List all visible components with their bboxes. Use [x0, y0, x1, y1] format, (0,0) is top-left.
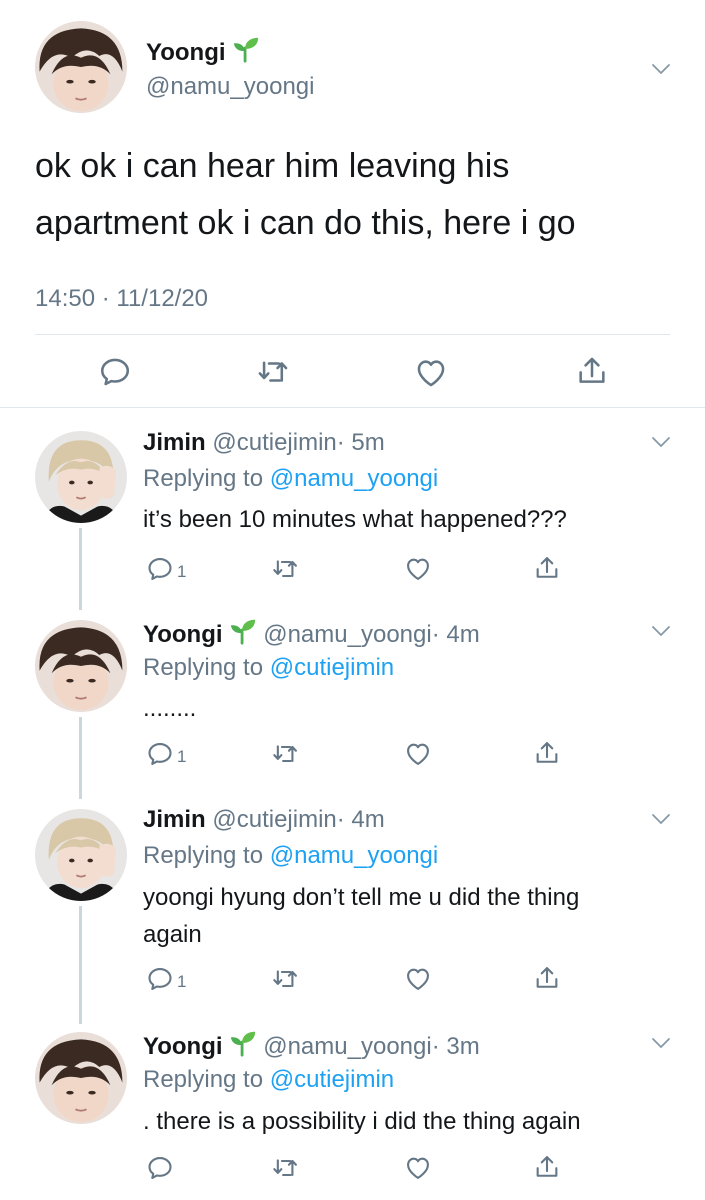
avatar[interactable] — [35, 21, 127, 113]
replying-to-label: Replying to — [143, 1066, 264, 1093]
user-handle[interactable]: @namu_yoongi — [146, 72, 314, 102]
replying-to-label: Replying to — [143, 842, 264, 869]
share-icon[interactable] — [533, 1153, 561, 1181]
share-icon[interactable] — [533, 964, 561, 992]
reply-text: it’s been 10 minutes what happened??? — [143, 506, 567, 533]
user-handle[interactable]: @cutiejimin — [212, 806, 336, 833]
avatar-image — [35, 21, 127, 113]
reply-count: 1 — [177, 747, 187, 766]
avatar[interactable] — [35, 1032, 127, 1124]
display-name[interactable]: Yoongi — [143, 621, 223, 648]
seedling-icon — [229, 1029, 257, 1057]
chevron-down-icon[interactable] — [650, 62, 672, 76]
reply-count: 1 — [177, 562, 187, 581]
user-handle[interactable]: @namu_yoongi — [263, 621, 431, 648]
avatar[interactable] — [35, 620, 127, 712]
tweet-timestamp[interactable]: 14:50 · 11/12/20 — [35, 284, 208, 314]
tweet-time[interactable]: · 5m — [337, 429, 385, 456]
reply-count: 1 — [177, 972, 187, 991]
replying-to-link[interactable]: @cutiejimin — [270, 654, 394, 681]
display-name[interactable]: Yoongi — [143, 1033, 223, 1060]
section-divider — [0, 407, 705, 408]
like-icon[interactable] — [404, 740, 432, 768]
reply-text: . there is a possibility i did the thing… — [143, 1108, 581, 1135]
like-icon[interactable] — [414, 356, 448, 390]
user-handle[interactable]: @namu_yoongi — [263, 1033, 431, 1060]
chevron-down-icon[interactable] — [650, 812, 672, 826]
chevron-down-icon[interactable] — [650, 435, 672, 449]
like-icon[interactable] — [404, 1154, 432, 1182]
reply-icon[interactable] — [146, 1154, 174, 1182]
display-name[interactable]: Jimin — [143, 429, 206, 456]
display-name[interactable]: Yoongi — [146, 39, 226, 66]
like-icon[interactable] — [404, 965, 432, 993]
avatar-image — [35, 1032, 127, 1124]
reply-icon[interactable] — [146, 965, 174, 993]
replying-to-link[interactable]: @cutiejimin — [270, 1066, 394, 1093]
retweet-icon[interactable] — [272, 740, 300, 768]
reply-text-line-1: yoongi hyung don’t tell me u did the thi… — [143, 884, 580, 911]
display-name[interactable]: Jimin — [143, 806, 206, 833]
thread-line — [79, 906, 82, 1024]
retweet-icon[interactable] — [257, 355, 291, 389]
retweet-icon[interactable] — [272, 1154, 300, 1182]
avatar[interactable] — [35, 809, 127, 901]
user-handle[interactable]: @cutiejimin — [212, 429, 336, 456]
avatar-image — [35, 809, 127, 901]
chevron-down-icon[interactable] — [650, 624, 672, 638]
replying-to-link[interactable]: @namu_yoongi — [270, 465, 438, 492]
tweet-text-line-2: apartment ok i can do this, here i go — [35, 204, 576, 242]
reply-icon[interactable] — [98, 355, 132, 389]
seedling-icon — [232, 35, 260, 63]
thread-line — [79, 717, 82, 799]
retweet-icon[interactable] — [272, 555, 300, 583]
like-icon[interactable] — [404, 555, 432, 583]
replying-to-label: Replying to — [143, 654, 264, 681]
chevron-down-icon[interactable] — [650, 1036, 672, 1050]
share-icon[interactable] — [575, 354, 609, 388]
avatar-image — [35, 620, 127, 712]
tweet-text-line-1: ok ok i can hear him leaving his — [35, 147, 510, 185]
divider — [35, 334, 670, 335]
thread-line — [79, 528, 82, 610]
avatar-image — [35, 431, 127, 523]
tweet-time[interactable]: · 4m — [337, 806, 385, 833]
reply-icon[interactable] — [146, 555, 174, 583]
reply-icon[interactable] — [146, 740, 174, 768]
reply-text-line-2: again — [143, 921, 202, 948]
share-icon[interactable] — [533, 554, 561, 582]
share-icon[interactable] — [533, 739, 561, 767]
replying-to-label: Replying to — [143, 465, 264, 492]
reply-text: ........ — [143, 695, 197, 722]
seedling-icon — [229, 617, 257, 645]
avatar[interactable] — [35, 431, 127, 523]
tweet-time[interactable]: · 4m — [432, 621, 480, 648]
replying-to-link[interactable]: @namu_yoongi — [270, 842, 438, 869]
retweet-icon[interactable] — [272, 965, 300, 993]
tweet-time[interactable]: · 3m — [432, 1033, 480, 1060]
